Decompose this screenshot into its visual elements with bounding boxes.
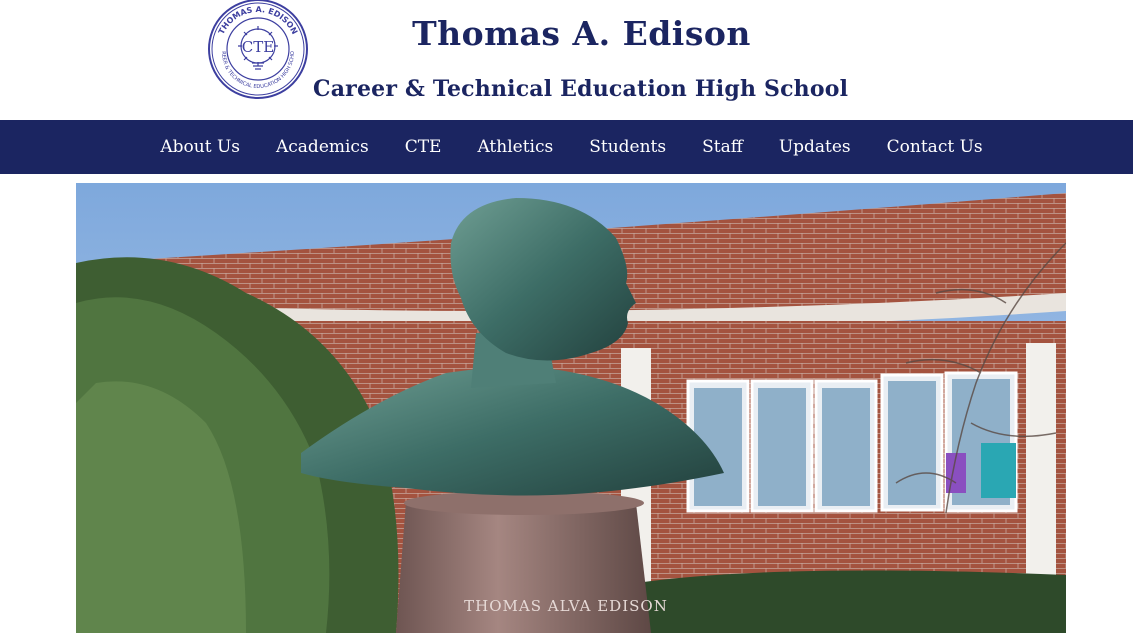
page-subtitle: Career & Technical Education High School (313, 76, 849, 102)
nav-item-athletics[interactable]: Athletics (459, 137, 571, 157)
nav-item-students[interactable]: Students (571, 137, 684, 157)
edison-bust-photo: THOMAS ALVA EDISON (76, 183, 1066, 633)
nav-item-cte[interactable]: CTE (387, 137, 460, 157)
nav-item-contact-us[interactable]: Contact Us (869, 137, 1001, 157)
page-title: Thomas A. Edison (412, 14, 751, 53)
site-header: THOMAS A. EDISON CAREER & TECHNICAL EDUC… (0, 0, 1133, 120)
pedestal-inscription: THOMAS ALVA EDISON (464, 597, 668, 615)
hero-image: THOMAS ALVA EDISON (76, 183, 1066, 633)
nav-item-academics[interactable]: Academics (258, 137, 387, 157)
nav-item-about-us[interactable]: About Us (142, 137, 258, 157)
main-nav: About Us Academics CTE Athletics Student… (0, 120, 1133, 174)
nav-item-updates[interactable]: Updates (761, 137, 869, 157)
nav-item-staff[interactable]: Staff (684, 137, 761, 157)
nav-list: About Us Academics CTE Athletics Student… (140, 137, 1000, 157)
